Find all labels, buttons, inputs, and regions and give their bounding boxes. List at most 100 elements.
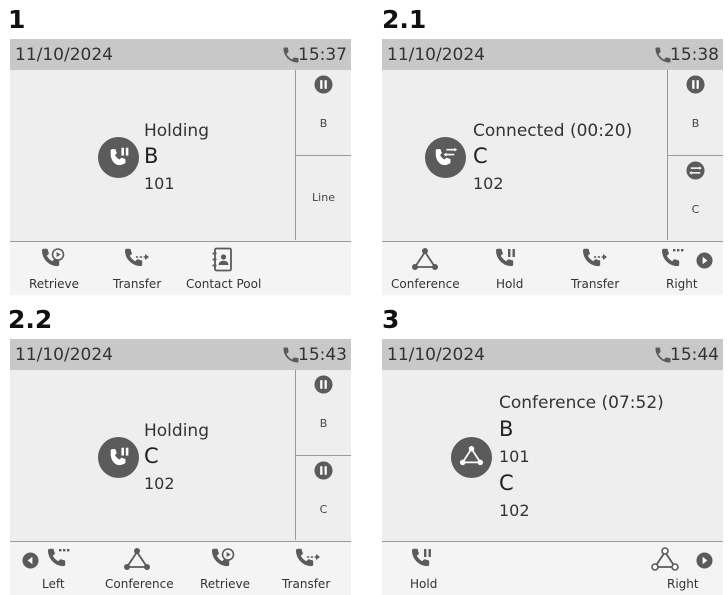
- phone-screen-3: 11/10/2024 15:44 Conference (07:52) B 10…: [382, 339, 723, 595]
- transfer-softkey[interactable]: Transfer: [280, 542, 342, 595]
- status-bar: 11/10/2024 15:44: [382, 339, 723, 370]
- transfer-icon: [296, 548, 320, 567]
- caller-number: 102: [473, 174, 504, 193]
- line-panel: B Line: [295, 70, 351, 240]
- softkey-label: Hold: [410, 577, 438, 591]
- step-label-2-1: 2.1: [382, 5, 427, 34]
- status-date: 11/10/2024: [387, 345, 485, 365]
- hold-softkey[interactable]: Hold: [486, 242, 526, 295]
- phone-screen-1: 11/10/2024 15:37 Holding B 101 B Line Re…: [10, 39, 351, 295]
- arrow-right-icon: [696, 252, 713, 269]
- softkey-label: Right: [667, 577, 699, 591]
- hold-icon: [412, 548, 431, 567]
- swap-icon: [686, 161, 705, 180]
- line-panel: B C: [667, 70, 723, 240]
- pause-icon: [686, 75, 705, 94]
- transfer-softkey[interactable]: Transfer: [567, 242, 627, 295]
- line-key-c[interactable]: C: [668, 156, 723, 240]
- call-area: Conference (07:52) B 101 C 102: [382, 370, 723, 540]
- line-key-c[interactable]: C: [296, 456, 351, 540]
- status-time: 15:37: [298, 45, 347, 65]
- softkey-label: Transfer: [571, 277, 620, 291]
- call-state: Connected (00:20): [473, 121, 633, 141]
- phone-screen-2-2: 11/10/2024 15:43 Holding C 102 B C Left: [10, 339, 351, 595]
- retrieve-softkey[interactable]: Retrieve: [196, 542, 258, 595]
- line-label: C: [691, 203, 700, 216]
- softkey-label: Right: [666, 277, 698, 291]
- status-bar: 11/10/2024 15:37: [10, 39, 351, 70]
- softkey-bar: Left Conference Retrieve Transfer: [10, 541, 351, 595]
- line-key-b[interactable]: B: [296, 370, 351, 455]
- step-label-1: 1: [8, 5, 26, 34]
- line-label: B: [319, 417, 328, 430]
- pause-icon: [314, 75, 333, 94]
- caller-number: 101: [499, 447, 530, 466]
- left-softkey[interactable]: Left: [18, 542, 88, 595]
- arrow-left-icon: [22, 552, 39, 569]
- conference-call-icon: [450, 436, 493, 479]
- transfer-icon: [583, 248, 607, 267]
- softkey-label: Contact Pool: [186, 277, 262, 291]
- step-label-3: 3: [382, 305, 400, 334]
- retrieve-softkey[interactable]: Retrieve: [20, 242, 85, 295]
- line-label: Line: [312, 191, 335, 204]
- hold-softkey[interactable]: Hold: [406, 542, 446, 595]
- phone-screen-2-1: 11/10/2024 15:38 Connected (00:20) C 102…: [382, 39, 723, 295]
- conference-softkey[interactable]: Conference: [388, 242, 462, 295]
- status-time: 15:44: [670, 345, 719, 365]
- softkey-label: Transfer: [282, 577, 331, 591]
- retrieve-icon: [42, 248, 65, 267]
- status-time: 15:38: [670, 45, 719, 65]
- status-time: 15:43: [298, 345, 347, 365]
- contact-book-icon: [212, 247, 232, 272]
- more-calls-icon: [662, 248, 684, 267]
- line-key-b[interactable]: B: [668, 70, 723, 155]
- softkey-label: Conference: [105, 577, 174, 591]
- hold-icon: [496, 248, 515, 267]
- call-hold-icon: [97, 136, 140, 179]
- conference-icon: [651, 547, 679, 571]
- arrow-right-icon: [696, 552, 713, 569]
- caller-name: C: [473, 144, 488, 168]
- softkey-label: Hold: [496, 277, 524, 291]
- transfer-icon: [125, 248, 149, 267]
- call-hold-icon: [97, 436, 140, 479]
- conference-icon: [412, 248, 438, 270]
- conference-icon: [124, 548, 150, 570]
- status-date: 11/10/2024: [387, 45, 485, 65]
- caller-name: B: [144, 144, 159, 168]
- line-label: B: [691, 117, 700, 130]
- softkey-bar: Retrieve Transfer Contact Pool: [10, 241, 351, 295]
- softkey-label: Retrieve: [29, 277, 80, 291]
- status-date: 11/10/2024: [15, 45, 113, 65]
- softkey-label: Left: [42, 577, 65, 591]
- caller-name: B: [499, 417, 514, 441]
- caller-number: 102: [144, 474, 175, 493]
- line-label: C: [319, 503, 328, 516]
- status-bar: 11/10/2024 15:43: [10, 339, 351, 370]
- caller-name: C: [144, 444, 159, 468]
- call-state: Conference (07:52): [499, 393, 664, 413]
- softkey-label: Conference: [391, 277, 460, 291]
- line-label: B: [319, 117, 328, 130]
- call-state: Holding: [144, 421, 209, 441]
- contact-pool-softkey[interactable]: Contact Pool: [184, 242, 264, 295]
- transfer-softkey[interactable]: Transfer: [108, 242, 170, 295]
- softkey-label: Retrieve: [200, 577, 251, 591]
- pause-icon: [314, 375, 333, 394]
- caller-name: C: [499, 471, 514, 495]
- status-date: 11/10/2024: [15, 345, 113, 365]
- line-key-line[interactable]: Line: [296, 156, 351, 240]
- right-softkey[interactable]: Right: [644, 542, 720, 595]
- more-calls-icon: [48, 548, 70, 567]
- line-panel: B C: [295, 370, 351, 540]
- pause-icon: [314, 461, 333, 480]
- caller-number: 101: [144, 174, 175, 193]
- conference-softkey[interactable]: Conference: [102, 542, 176, 595]
- line-key-b[interactable]: B: [296, 70, 351, 155]
- softkey-bar: Conference Hold Transfer Right: [382, 241, 723, 295]
- caller-number: 102: [499, 501, 530, 520]
- right-softkey[interactable]: Right: [654, 242, 720, 295]
- softkey-label: Transfer: [113, 277, 162, 291]
- step-label-2-2: 2.2: [8, 305, 53, 334]
